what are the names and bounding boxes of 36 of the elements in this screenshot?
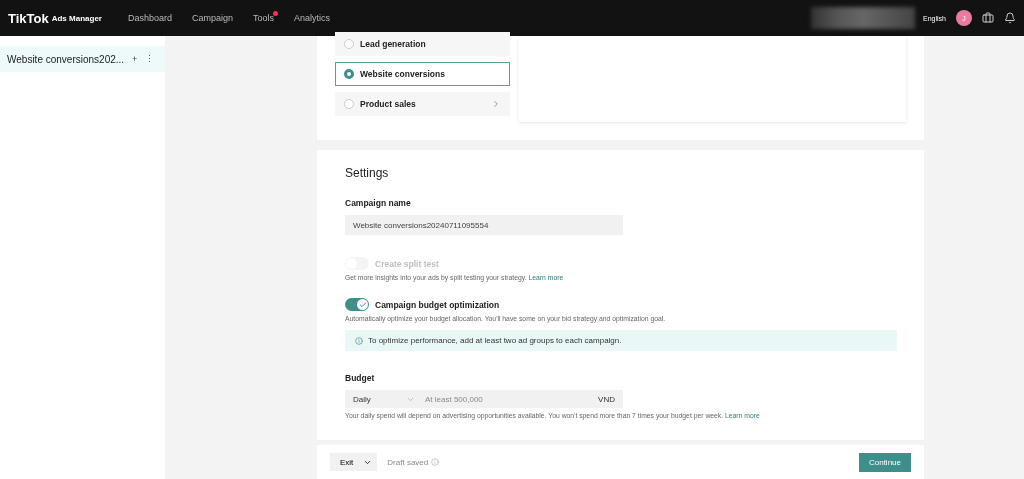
more-button[interactable]: ⋮	[145, 54, 155, 64]
briefcase-icon[interactable]	[982, 12, 994, 24]
info-icon	[431, 458, 440, 466]
toggle-switch[interactable]	[345, 298, 369, 311]
logo-subtitle: Ads Manager	[51, 13, 102, 23]
nav-link[interactable]: Tools	[253, 13, 274, 23]
notification-icon[interactable]	[1004, 12, 1016, 24]
info-banner: To optimize performance, add at least two ad groups to each campaign.	[345, 330, 897, 351]
budget-mode-dropdown[interactable]: Daily	[353, 394, 415, 404]
nav-link[interactable]: Analytics	[294, 13, 331, 23]
field-label: Campaign name	[345, 198, 411, 208]
nav-link[interactable]: Campaign	[191, 13, 233, 23]
info-icon	[355, 336, 363, 345]
field-label: Budget	[345, 373, 375, 383]
currency-label: VND	[598, 394, 615, 404]
check-icon	[358, 300, 367, 309]
objective-option[interactable]: Lead generation	[335, 32, 510, 56]
objective-option[interactable]: Product sales	[335, 92, 510, 116]
radio-button[interactable]	[344, 39, 354, 49]
toggle-label: Create split test	[375, 258, 439, 269]
budget-field[interactable]: Daily At least 500,000 VND	[345, 390, 623, 408]
campaign-title: Website conversions202...	[7, 53, 125, 65]
logo[interactable]: TikTok	[8, 10, 49, 26]
sidebar-item[interactable]: Website conversions202... + ⋮	[0, 46, 165, 72]
section-title: Settings	[345, 166, 389, 180]
nav-link[interactable]: Dashboard	[127, 13, 172, 23]
continue-button[interactable]: Continue	[858, 452, 911, 472]
toggle-label: Campaign budget optimization	[375, 299, 500, 310]
add-button[interactable]: +	[132, 54, 138, 64]
objective-option[interactable]: Website conversions	[335, 62, 510, 86]
radio-button[interactable]	[344, 99, 354, 109]
campaign-name-field[interactable]: Website conversions20240711095554	[345, 215, 623, 235]
draft-status: Draft saved	[387, 457, 440, 467]
budget-input[interactable]: At least 500,000	[423, 393, 599, 405]
exit-button[interactable]: Exit	[330, 453, 378, 471]
radio-button[interactable]	[344, 69, 354, 79]
